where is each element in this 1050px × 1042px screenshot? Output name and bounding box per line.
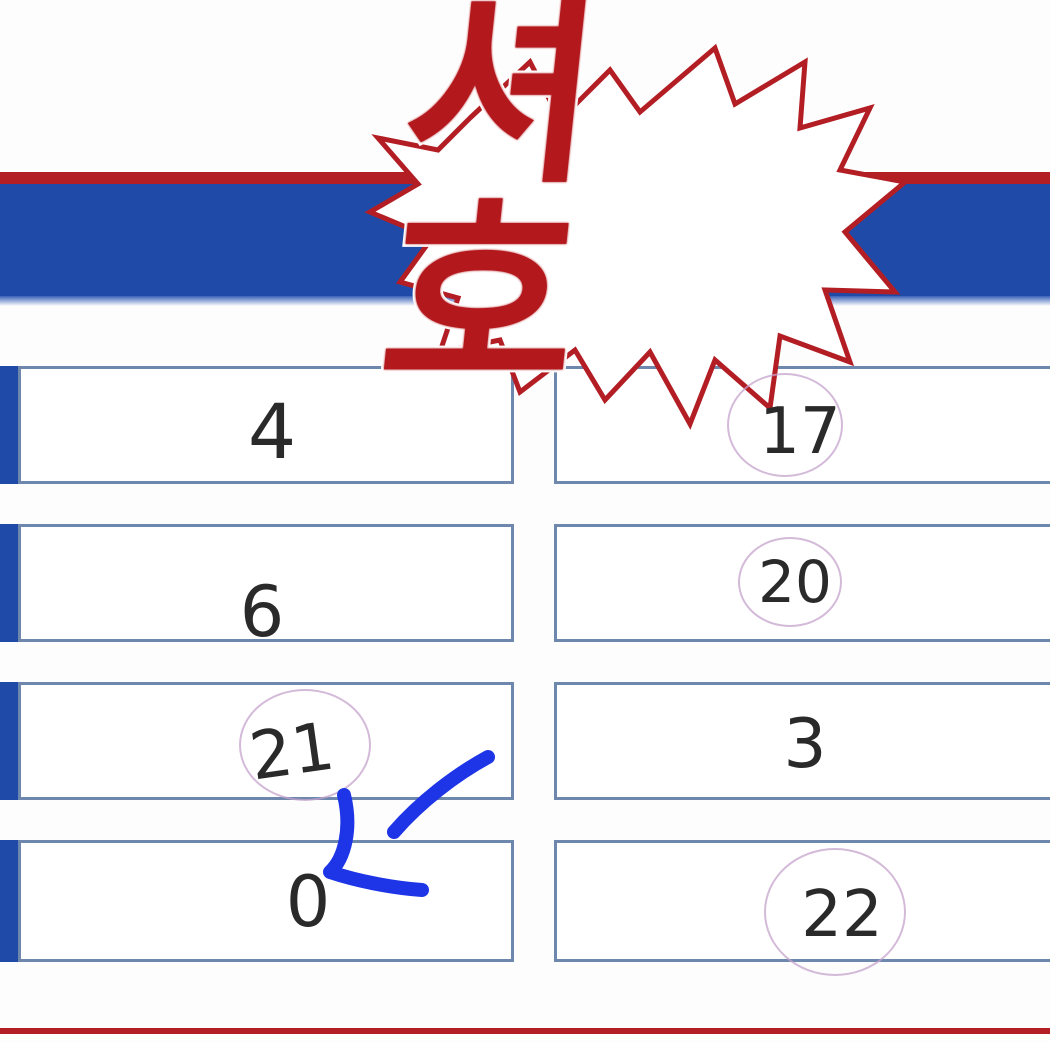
right-number: 20 bbox=[758, 548, 832, 616]
right-number: 3 bbox=[783, 705, 827, 784]
left-number: 21 bbox=[244, 707, 339, 796]
left-number: 0 bbox=[285, 861, 331, 943]
left-number: 6 bbox=[239, 571, 285, 653]
left-number: 4 bbox=[247, 387, 297, 476]
right-number: 17 bbox=[759, 395, 841, 469]
page-title: 셔호 bbox=[368, 0, 593, 425]
right-number: 22 bbox=[801, 878, 883, 952]
bottom-red-stripe bbox=[0, 1028, 1050, 1034]
